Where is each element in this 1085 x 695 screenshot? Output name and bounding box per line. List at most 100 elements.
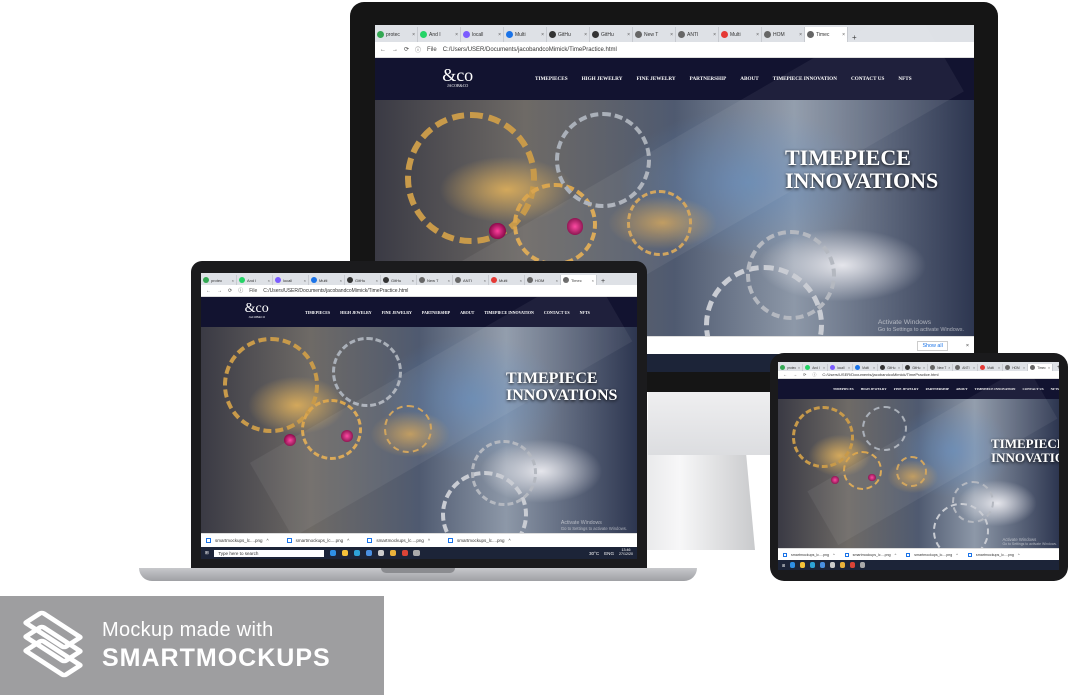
close-tab-icon[interactable]: × <box>541 32 544 38</box>
close-tab-icon[interactable]: × <box>304 278 306 283</box>
store-icon[interactable] <box>389 549 397 557</box>
chevron-up-icon[interactable]: ^ <box>428 538 430 543</box>
browser-tab[interactable]: Multi × <box>504 27 547 42</box>
nav-link[interactable]: FINE JEWELRY <box>636 76 675 82</box>
browser-tab[interactable]: ANTI × <box>453 275 489 285</box>
chevron-up-icon[interactable]: ^ <box>267 538 269 543</box>
close-tab-icon[interactable]: × <box>448 278 450 283</box>
browser-tab[interactable]: GitHu × <box>878 364 903 371</box>
terminal-icon[interactable] <box>829 562 836 568</box>
new-tab-icon[interactable]: + <box>848 33 861 42</box>
browser-tab[interactable]: Timec × <box>1028 364 1053 371</box>
browser-tab[interactable]: HOM × <box>1003 364 1028 371</box>
chevron-up-icon[interactable]: ^ <box>956 553 958 557</box>
browser-tab[interactable]: Multi × <box>719 27 762 42</box>
browser-tab[interactable]: Multi × <box>978 364 1003 371</box>
browser-tab[interactable]: And I × <box>418 27 461 42</box>
close-tab-icon[interactable]: × <box>340 278 342 283</box>
browser-tab[interactable]: HOM × <box>762 27 805 42</box>
nav-link[interactable]: NFTS <box>898 76 911 82</box>
nav-link[interactable]: PARTNERSHIP <box>690 76 727 82</box>
address-bar[interactable]: ← → ⟳ ⓘ C:/Users/USER/Documents/jacobandcoMi… <box>778 371 1059 379</box>
close-icon[interactable]: × <box>966 343 969 349</box>
close-tab-icon[interactable]: × <box>873 366 875 370</box>
browser-tab[interactable]: New T × <box>928 364 953 371</box>
settings-icon[interactable] <box>859 562 866 568</box>
edge-icon[interactable] <box>809 562 816 568</box>
close-tab-icon[interactable]: × <box>484 278 486 283</box>
mail-icon[interactable] <box>365 549 373 557</box>
settings-icon[interactable] <box>413 549 421 557</box>
chevron-up-icon[interactable]: ^ <box>1018 553 1020 557</box>
close-tab-icon[interactable]: × <box>520 278 522 283</box>
file-explorer-icon[interactable] <box>341 549 349 557</box>
download-item[interactable]: smartmockups_lc....png^ <box>286 538 349 543</box>
nav-link[interactable]: PARTNERSHIP <box>926 387 949 391</box>
address-bar[interactable]: ← → ⟳ ⓘ File C:/Users/USER/Documents/jacoband… <box>375 42 974 58</box>
close-tab-icon[interactable]: × <box>756 32 759 38</box>
download-item[interactable]: smartmockups_lc....png^ <box>206 538 269 543</box>
nav-link[interactable]: TIMEPIECE INNOVATION <box>773 76 837 82</box>
back-arrow-icon[interactable]: ← <box>380 47 386 53</box>
close-tab-icon[interactable]: × <box>898 366 900 370</box>
browser-tab[interactable]: Multi × <box>489 275 525 285</box>
close-tab-icon[interactable]: × <box>998 366 1000 370</box>
browser-tab[interactable]: GitHu × <box>547 27 590 42</box>
download-item[interactable]: smartmockups_lc....png^ <box>367 538 430 543</box>
close-tab-icon[interactable]: × <box>1048 366 1050 370</box>
close-tab-icon[interactable]: × <box>268 278 270 283</box>
show-all-button[interactable]: Show all <box>917 340 948 351</box>
close-tab-icon[interactable]: × <box>412 278 414 283</box>
mail-icon[interactable] <box>819 562 826 568</box>
nav-link[interactable]: TIMEPIECES <box>833 387 854 391</box>
browser-tab[interactable]: protec × <box>201 275 237 285</box>
nav-link[interactable]: ABOUT <box>460 310 474 315</box>
reload-icon[interactable]: ⟳ <box>228 288 232 294</box>
nav-link[interactable]: PARTNERSHIP <box>422 310 450 315</box>
nav-link[interactable]: CONTACT US <box>851 76 884 82</box>
download-item[interactable]: smartmockups_lc....png^ <box>447 538 511 543</box>
browser-tab[interactable]: locall × <box>273 275 309 285</box>
close-tab-icon[interactable]: × <box>973 366 975 370</box>
windows-start-icon[interactable]: ⊞ <box>782 563 785 568</box>
close-tab-icon[interactable]: × <box>556 278 558 283</box>
browser-tab[interactable]: ANTI × <box>676 27 719 42</box>
site-logo[interactable]: &co JACOB&CO <box>442 66 473 88</box>
browser-tab[interactable]: HOM × <box>525 275 561 285</box>
nav-link[interactable]: ABOUT <box>740 76 758 82</box>
close-tab-icon[interactable]: × <box>823 366 825 370</box>
browser-tab[interactable]: locall × <box>461 27 504 42</box>
browser-tab[interactable]: Multi × <box>309 275 345 285</box>
nav-link[interactable]: ABOUT <box>956 387 968 391</box>
close-tab-icon[interactable]: × <box>455 32 458 38</box>
new-tab-icon[interactable]: + <box>597 278 609 285</box>
browser-tab[interactable]: And I × <box>803 364 828 371</box>
close-tab-icon[interactable]: × <box>232 278 234 283</box>
file-explorer-icon[interactable] <box>799 562 806 568</box>
close-tab-icon[interactable]: × <box>848 366 850 370</box>
browser-tab[interactable]: New T × <box>633 27 676 42</box>
close-tab-icon[interactable]: × <box>670 32 673 38</box>
browser-tab[interactable]: ANTI × <box>953 364 978 371</box>
browser-tab[interactable]: protec × <box>375 27 418 42</box>
reload-icon[interactable]: ⟳ <box>404 46 409 53</box>
download-item[interactable]: smartmockups_lc....png^ <box>906 552 958 557</box>
chrome-icon[interactable] <box>401 549 409 557</box>
reload-icon[interactable]: ⟳ <box>803 372 806 377</box>
nav-link[interactable]: CONTACT US <box>1022 387 1043 391</box>
chevron-up-icon[interactable]: ^ <box>833 553 835 557</box>
language-indicator[interactable]: ENG <box>604 551 614 556</box>
close-tab-icon[interactable]: × <box>412 32 415 38</box>
browser-tab[interactable]: And I × <box>237 275 273 285</box>
close-tab-icon[interactable]: × <box>592 278 594 283</box>
nav-link[interactable]: HIGH JEWELRY <box>861 387 887 391</box>
browser-tab[interactable]: GitHu × <box>590 27 633 42</box>
browser-tab[interactable]: New T × <box>417 275 453 285</box>
nav-link[interactable]: HIGH JEWELRY <box>582 76 623 82</box>
back-arrow-icon[interactable]: ← <box>206 288 211 294</box>
chevron-up-icon[interactable]: ^ <box>347 538 349 543</box>
clock[interactable]: 13:46 27/12/20 <box>619 549 633 556</box>
nav-link[interactable]: TIMEPIECE INNOVATION <box>484 310 534 315</box>
forward-arrow-icon[interactable]: → <box>392 47 398 53</box>
close-tab-icon[interactable]: × <box>799 32 802 38</box>
